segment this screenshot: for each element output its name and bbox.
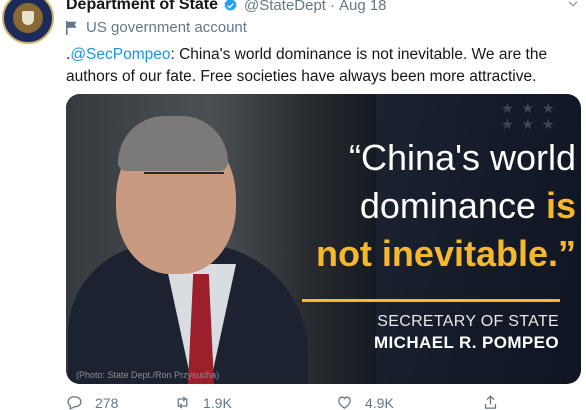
portrait-hair	[118, 116, 228, 171]
portrait	[66, 94, 326, 384]
speaker-title: SECRETARY OF STATE	[377, 313, 559, 330]
verified-badge-icon	[224, 0, 237, 11]
tweet: Department of State @StateDept · Aug 18 …	[0, 0, 586, 410]
retweet-count: 1.9K	[203, 394, 232, 410]
chevron-down-icon[interactable]	[566, 0, 580, 11]
tweet-image[interactable]: ★ ★ ★ ★ ★ ★ “China's world dominance is n…	[66, 94, 581, 384]
tweet-date[interactable]: Aug 18	[339, 0, 387, 14]
tweet-header: Department of State @StateDept · Aug 18	[66, 0, 387, 15]
portrait-glasses	[144, 172, 224, 192]
reply-count: 278	[95, 394, 119, 410]
mention-link[interactable]: @SecPompeo	[70, 46, 170, 63]
tweet-text: .@SecPompeo: China's world dominance is …	[66, 44, 576, 88]
image-quote: “China's world dominance is not inevitab…	[314, 134, 576, 278]
speaker-name: MICHAEL R. POMPEO	[373, 333, 559, 352]
seal-logo	[13, 3, 43, 33]
government-label-text: US government account	[86, 19, 247, 36]
quote-line-2b: is	[545, 185, 576, 226]
government-account-label: US government account	[66, 19, 247, 36]
retweet-icon	[177, 396, 188, 409]
avatar[interactable]	[2, 0, 54, 44]
reply-icon	[67, 396, 82, 410]
account-handle[interactable]: @StateDept	[244, 0, 326, 14]
gold-divider	[302, 299, 560, 302]
like-count: 4.9K	[365, 394, 394, 410]
header-separator: ·	[329, 0, 335, 14]
tweet-actions: 278 1.9K 4.9K	[66, 394, 566, 410]
account-name[interactable]: Department of State	[66, 0, 218, 14]
retweet-button[interactable]: 1.9K	[174, 394, 232, 410]
photo-credit: (Photo: State Dept./Ron Przysucha)	[76, 370, 220, 380]
reply-button[interactable]: 278	[66, 394, 118, 410]
quote-line-1: “China's world	[349, 137, 576, 178]
share-button[interactable]	[482, 394, 511, 410]
like-button[interactable]: 4.9K	[336, 394, 394, 410]
heart-icon	[338, 396, 351, 409]
flag-icon	[66, 20, 77, 35]
quote-line-2: dominance is	[314, 182, 576, 230]
share-icon	[484, 395, 497, 409]
quote-line-3: not inevitable.	[315, 233, 558, 274]
quote-close: ”	[558, 233, 576, 274]
quote-line-2a: dominance	[359, 185, 546, 226]
